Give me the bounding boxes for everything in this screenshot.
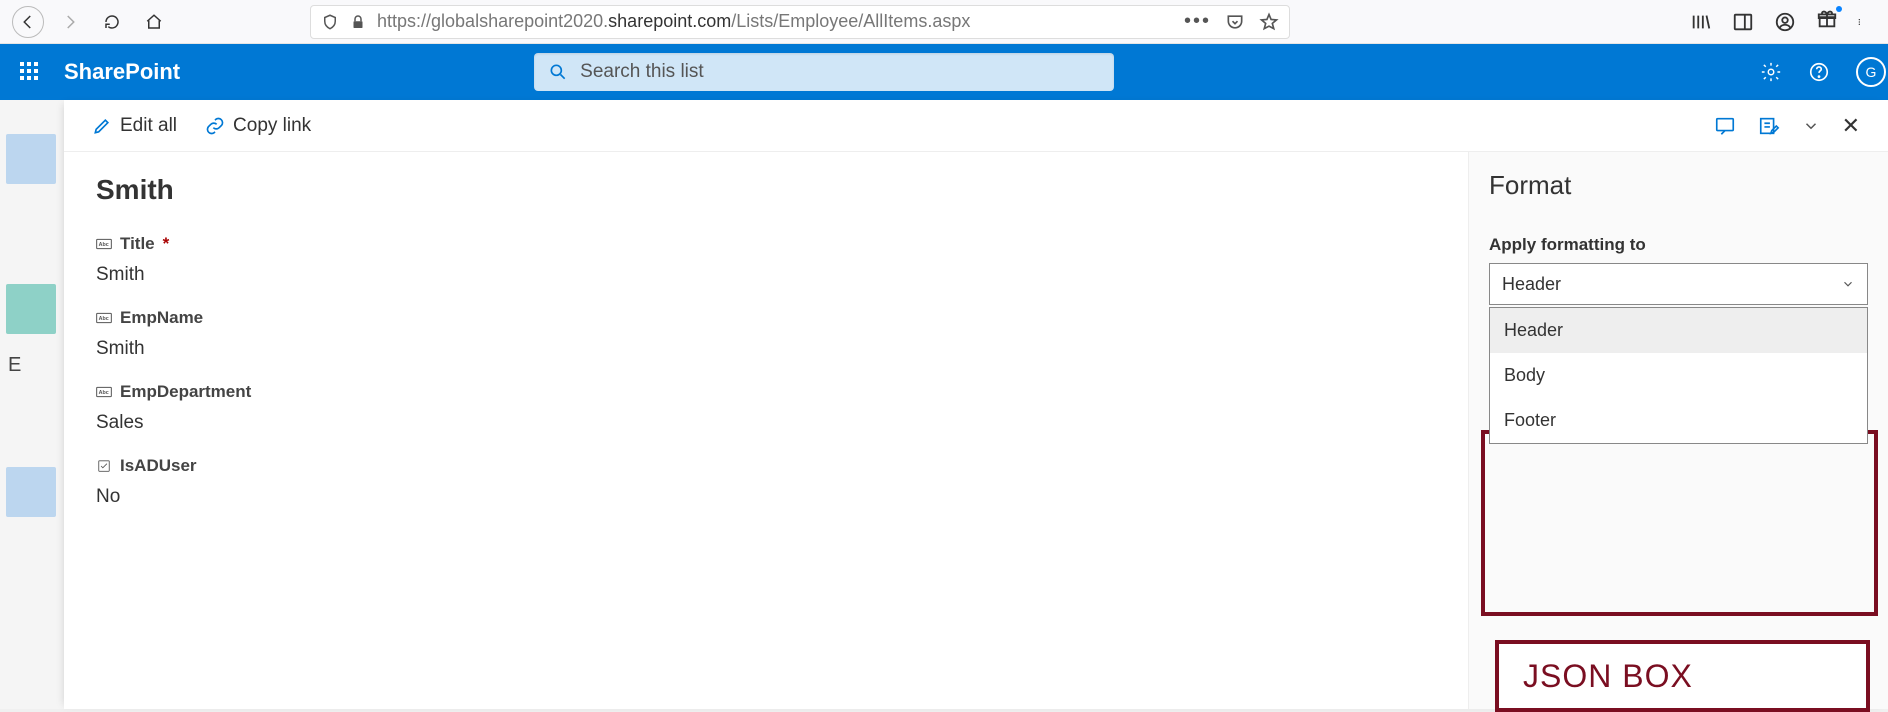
copy-link-button[interactable]: Copy link xyxy=(205,115,311,137)
field-value-isaduser: No xyxy=(96,486,1436,508)
field-value-empname: Smith xyxy=(96,338,1436,360)
svg-text:Abc: Abc xyxy=(99,242,109,248)
annotation-json-box: JSON BOX xyxy=(1495,640,1870,712)
text-field-icon: Abc xyxy=(96,385,112,399)
pencil-icon xyxy=(92,116,112,136)
account-icon[interactable] xyxy=(1774,11,1796,33)
formatting-target-dropdown[interactable]: Header xyxy=(1489,263,1868,305)
sidebar-icon[interactable] xyxy=(1732,11,1754,33)
item-heading: Smith xyxy=(96,174,1436,206)
help-icon[interactable] xyxy=(1808,61,1830,83)
field-value-empdept: Sales xyxy=(96,412,1436,434)
url-text: https://globalsharepoint2020.sharepoint.… xyxy=(377,11,970,32)
close-panel-button[interactable]: ✕ xyxy=(1842,113,1860,139)
bookmark-star-icon[interactable] xyxy=(1259,12,1279,32)
browser-forward-button[interactable] xyxy=(54,6,86,38)
lock-icon xyxy=(349,13,367,31)
chevron-down-icon xyxy=(1841,277,1855,291)
user-avatar[interactable]: G xyxy=(1856,57,1886,87)
url-bar[interactable]: https://globalsharepoint2020.sharepoint.… xyxy=(310,5,1290,39)
left-rail: E xyxy=(0,100,64,709)
format-pane: Format Apply formatting to Header Header… xyxy=(1468,152,1888,709)
rail-tile-2[interactable] xyxy=(6,284,56,334)
format-heading: Format xyxy=(1489,170,1868,201)
edit-all-button[interactable]: Edit all xyxy=(92,115,177,137)
pocket-icon[interactable] xyxy=(1225,12,1245,32)
option-body[interactable]: Body xyxy=(1490,353,1867,398)
text-field-icon: Abc xyxy=(96,311,112,325)
checkbox-field-icon xyxy=(96,459,112,473)
field-label-title: Abc Title* xyxy=(96,234,1436,254)
field-label-isaduser: IsADUser xyxy=(96,456,1436,476)
browser-right-icons xyxy=(1690,8,1876,35)
whats-new-icon[interactable] xyxy=(1816,8,1838,35)
rail-label: E xyxy=(8,354,21,377)
search-icon xyxy=(548,62,568,82)
search-box[interactable] xyxy=(534,53,1114,91)
page-actions-icon[interactable]: ••• xyxy=(1184,10,1211,33)
browser-back-button[interactable] xyxy=(12,6,44,38)
item-toolbar: Edit all Copy link ✕ xyxy=(64,100,1888,152)
settings-gear-icon[interactable] xyxy=(1760,61,1782,83)
item-details: Smith Abc Title* Smith Abc EmpName Smith… xyxy=(64,152,1468,709)
option-header[interactable]: Header xyxy=(1490,308,1867,353)
browser-toolbar: https://globalsharepoint2020.sharepoint.… xyxy=(0,0,1888,44)
annotation-dropdown-highlight xyxy=(1481,430,1878,616)
comments-icon[interactable] xyxy=(1714,115,1736,137)
search-input[interactable] xyxy=(580,61,1100,83)
field-label-empname: Abc EmpName xyxy=(96,308,1436,328)
svg-text:Abc: Abc xyxy=(99,390,109,396)
svg-text:Abc: Abc xyxy=(99,316,109,322)
option-footer[interactable]: Footer xyxy=(1490,398,1867,443)
library-icon[interactable] xyxy=(1690,11,1712,33)
rail-tile-1[interactable] xyxy=(6,134,56,184)
chevron-down-icon[interactable] xyxy=(1802,115,1820,137)
edit-form-icon[interactable] xyxy=(1758,115,1780,137)
brand-name[interactable]: SharePoint xyxy=(64,59,180,85)
browser-home-button[interactable] xyxy=(138,6,170,38)
formatting-target-options: Header Body Footer xyxy=(1489,307,1868,444)
menu-dots-icon[interactable] xyxy=(1858,11,1866,33)
app-launcher-icon[interactable] xyxy=(20,62,40,82)
rail-tile-3[interactable] xyxy=(6,467,56,517)
text-field-icon: Abc xyxy=(96,237,112,251)
tracking-shield-icon xyxy=(321,13,339,31)
apply-formatting-label: Apply formatting to xyxy=(1489,235,1868,255)
suite-header: SharePoint G xyxy=(0,44,1888,100)
link-icon xyxy=(205,116,225,136)
browser-reload-button[interactable] xyxy=(96,6,128,38)
field-value-title: Smith xyxy=(96,264,1436,286)
field-label-empdept: Abc EmpDepartment xyxy=(96,382,1436,402)
